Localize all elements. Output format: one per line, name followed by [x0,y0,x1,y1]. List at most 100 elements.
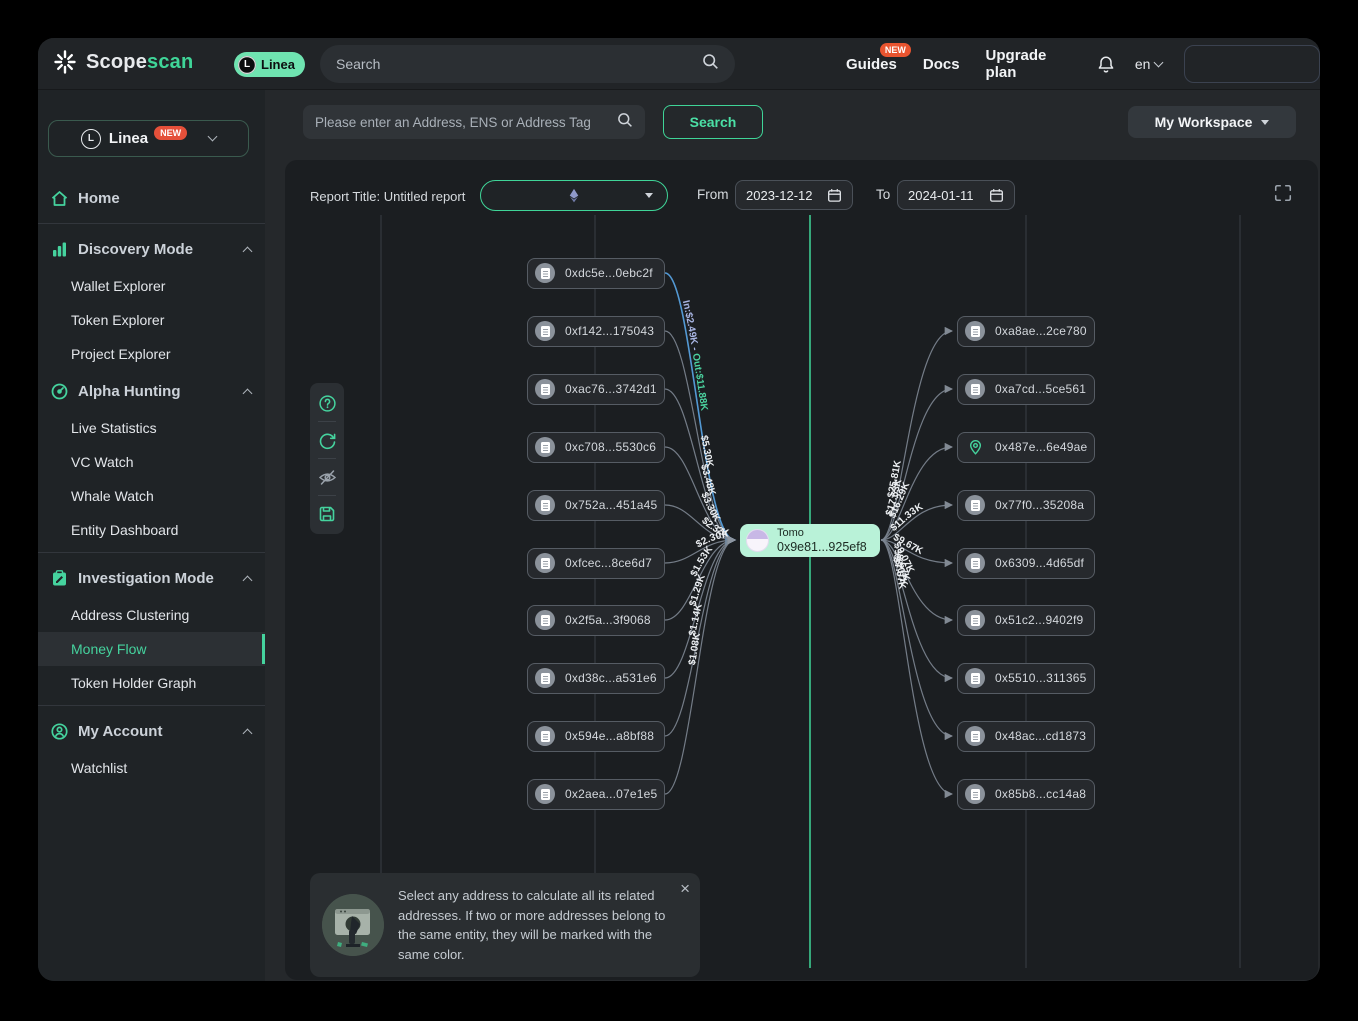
brand-logo[interactable]: Scopescan [52,49,193,75]
address-label: 0xc708...5530c6 [565,440,656,454]
header-action-box[interactable] [1184,45,1320,83]
document-icon [965,553,985,573]
address-label: 0x594e...a8bf88 [565,729,654,743]
document-icon [535,726,555,746]
chevron-up-icon [243,388,253,398]
tooltip-text: Select any address to calculate all its … [398,886,670,964]
chevron-down-icon [208,132,218,142]
network-selector-button[interactable]: L Linea NEW [48,120,249,157]
user-icon [50,722,69,741]
sidebar-item-entity-dashboard[interactable]: Entity Dashboard [38,513,265,547]
sidebar-section-discovery-mode[interactable]: Discovery Mode [38,229,265,269]
address-node[interactable]: 0x2f5a...3f9068 [527,605,665,636]
address-label: 0x5510...311365 [995,671,1087,685]
help-button[interactable] [310,388,344,418]
main-area: Please enter an Address, ENS or Address … [265,90,1320,981]
fullscreen-icon[interactable] [1273,183,1295,205]
refresh-button[interactable] [310,425,344,455]
sidebar-section-investigation-mode[interactable]: Investigation Mode [38,558,265,598]
address-label: 0x752a...451a45 [565,498,657,512]
header-nav: Guides NEW Docs Upgrade plan en [846,38,1320,90]
search-button[interactable]: Search [663,105,763,139]
address-node[interactable]: 0xd38c...a531e6 [527,663,665,694]
address-node[interactable]: 0xc708...5530c6 [527,432,665,463]
sidebar-item-watchlist[interactable]: Watchlist [38,751,265,785]
sidebar-item-money-flow[interactable]: Money Flow [38,632,265,666]
nav-upgrade-plan[interactable]: Upgrade plan [986,47,1071,81]
network-new-badge: NEW [154,126,187,140]
language-selector[interactable]: en [1135,56,1163,72]
to-date-picker[interactable]: 2024-01-11 [897,180,1015,210]
sidebar-item-project-explorer[interactable]: Project Explorer [38,337,265,371]
tooltip-illustration [322,894,384,956]
sidebar-item-home[interactable]: Home [38,178,265,218]
sidebar-item-address-clustering[interactable]: Address Clustering [38,598,265,632]
address-node[interactable]: 0xa7cd...5ce561 [957,374,1095,405]
address-node[interactable]: 0x2aea...07e1e5 [527,779,665,810]
address-node[interactable]: 0x6309...4d65df [957,548,1095,579]
my-workspace-button[interactable]: My Workspace [1128,106,1296,138]
sidebar-item-wallet-explorer[interactable]: Wallet Explorer [38,269,265,303]
clipboard-icon [50,569,69,588]
address-node[interactable]: 0x77f0...35208a [957,490,1095,521]
address-label: 0xfcec...8ce6d7 [565,556,652,570]
nav-docs[interactable]: Docs [923,56,960,73]
address-node[interactable]: 0xa8ae...2ce780 [957,316,1095,347]
sidebar-item-vc-watch[interactable]: VC Watch [38,445,265,479]
entity-name: Tomo [777,527,867,540]
address-node[interactable]: 0x48ac...cd1873 [957,721,1095,752]
address-label: 0xa8ae...2ce780 [995,324,1087,338]
close-icon[interactable]: × [680,879,690,899]
document-icon [535,321,555,341]
sidebar-item-token-explorer[interactable]: Token Explorer [38,303,265,337]
address-label: 0x77f0...35208a [995,498,1084,512]
address-node[interactable]: 0x51c2...9402f9 [957,605,1095,636]
address-node[interactable]: 0x752a...451a45 [527,490,665,521]
gauge-icon [50,382,69,401]
divider [318,421,336,422]
scopescan-logo-icon [52,49,78,75]
save-button[interactable] [310,499,344,529]
center-entity-node[interactable]: Tomo0x9e81...925ef8 [740,524,880,557]
address-label: 0x2f5a...3f9068 [565,613,651,627]
global-search-input[interactable]: Search [320,45,735,83]
address-node[interactable]: 0x487e...6e49ae [957,432,1095,463]
linea-network-icon: L [81,129,101,149]
calendar-icon [989,188,1004,203]
sidebar-item-token-holder-graph[interactable]: Token Holder Graph [38,666,265,700]
refresh-icon [318,431,337,450]
address-node[interactable]: 0x5510...311365 [957,663,1095,694]
address-node[interactable]: 0xfcec...8ce6d7 [527,548,665,579]
eth-token-icon [566,187,582,204]
sidebar-section-my-account[interactable]: My Account [38,711,265,751]
document-icon [535,668,555,688]
document-icon [535,437,555,457]
notifications-bell-icon[interactable] [1097,55,1115,74]
address-label: 0x2aea...07e1e5 [565,787,657,801]
address-label: 0xac76...3742d1 [565,382,657,396]
document-icon [965,610,985,630]
address-node[interactable]: 0xf142...175043 [527,316,665,347]
address-node[interactable]: 0xac76...3742d1 [527,374,665,405]
document-icon [535,263,555,283]
sidebar-menu: Home Discovery Mode Wallet Explorer Toke… [38,178,265,785]
network-badge[interactable]: L Linea [234,52,305,77]
address-search-input[interactable]: Please enter an Address, ENS or Address … [303,105,645,139]
address-label: 0x6309...4d65df [995,556,1084,570]
search-icon [617,112,633,133]
nav-guides[interactable]: Guides NEW [846,56,897,73]
sidebar-section-alpha-hunting[interactable]: Alpha Hunting [38,371,265,411]
token-selector-dropdown[interactable] [480,180,668,211]
address-node[interactable]: 0xdc5e...0ebc2f [527,258,665,289]
document-icon [965,379,985,399]
sidebar-item-whale-watch[interactable]: Whale Watch [38,479,265,513]
from-date-picker[interactable]: 2023-12-12 [735,180,853,210]
address-node[interactable]: 0x594e...a8bf88 [527,721,665,752]
graph-nodes-layer: 0xdc5e...0ebc2f 0xf142...175043 0xac76...3… [285,160,1318,980]
document-icon [535,379,555,399]
money-flow-canvas: In:$2.49K - Out:$11.88K$5.30K$3.48K$3.30… [285,160,1318,980]
hide-button[interactable] [310,462,344,492]
address-node[interactable]: 0x85b8...cc14a8 [957,779,1095,810]
to-label: To [876,187,890,202]
sidebar-item-live-statistics[interactable]: Live Statistics [38,411,265,445]
